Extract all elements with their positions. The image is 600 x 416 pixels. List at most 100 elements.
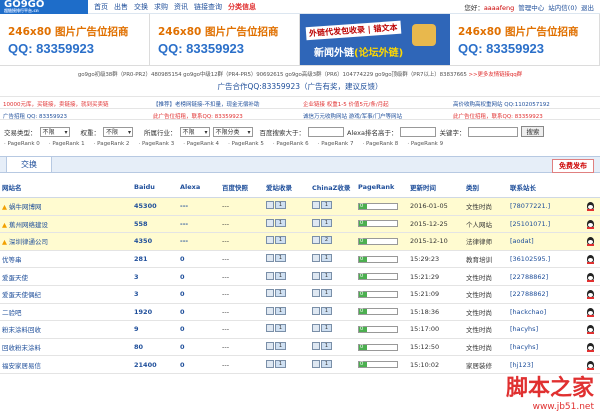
messages-link[interactable]: 站内信(0) <box>548 2 577 12</box>
pr-filter[interactable]: · PageRank 9 <box>407 141 443 147</box>
subcategory-select[interactable]: 不限分类 <box>212 126 253 137</box>
qq-penguin-icon[interactable] <box>587 290 594 300</box>
aizhan-badge[interactable]: 1 <box>266 236 286 245</box>
announce-item[interactable]: 诚信万元收购网站 游戏/军事/门户等网站 <box>300 109 450 119</box>
pr-filter[interactable]: · PageRank 2 <box>94 141 130 147</box>
username[interactable]: aaaafeng <box>484 4 514 12</box>
announce-item[interactable]: 高价收购高权重网站 QQ:1102057192 <box>450 97 600 108</box>
announce-item[interactable]: 企业链接 权重1-5 价值5元/条/月起 <box>300 97 450 108</box>
site-name[interactable]: 粉末涂料回收 <box>2 326 41 334</box>
aizhan-badge[interactable]: 1 <box>266 306 286 315</box>
site-name[interactable]: 优等串 <box>2 256 22 264</box>
qq-penguin-icon[interactable] <box>587 255 594 265</box>
qq-penguin-icon[interactable] <box>587 307 594 317</box>
free-publish-button[interactable]: 免费发布 <box>552 159 594 173</box>
nav-home[interactable]: 首页 <box>94 2 108 12</box>
announce-item[interactable]: 此广告位招租，联系QQ: 83359923 <box>150 109 300 119</box>
site-name[interactable]: 福安家居易信 <box>2 362 41 370</box>
alexa-input[interactable] <box>400 126 437 137</box>
site-name-cell[interactable]: ▲ 蕉州网络建设 <box>0 215 132 234</box>
announce-item[interactable]: 【推荐】老榜网链接-不扣量，现金无偿补助 <box>150 97 300 108</box>
contact-link[interactable]: [36102595.] <box>510 255 550 263</box>
site-name-cell[interactable]: 二验吧 <box>0 303 132 322</box>
chinaz-badge[interactable]: 1 <box>312 218 332 227</box>
table-row[interactable]: ▲ 深圳律通公司 4350 --- --- 1 2 0 2015-12-10 法律律师 [aodat… <box>0 232 600 251</box>
site-name-cell[interactable]: 爱蛋天使 <box>0 267 132 286</box>
table-row[interactable]: 粉末涂料回收 9 0 --- 1 1 0 15:17:00 文性时尚 [hacyhs] <box>0 320 600 339</box>
table-row[interactable]: 优等串 281 0 --- 1 1 0 15:29:23 教育培训 [36102595.] <box>0 250 600 269</box>
chinaz-badge[interactable]: 1 <box>312 271 332 280</box>
chinaz-badge[interactable]: 1 <box>312 306 332 315</box>
qq-penguin-icon[interactable] <box>587 360 594 370</box>
contact-link[interactable]: [aodat] <box>510 237 534 245</box>
nav-exchange[interactable]: 交换 <box>134 2 148 12</box>
site-name[interactable]: 回收粉末涂料 <box>2 344 41 352</box>
table-row[interactable]: ▲ 蕉州网络建设 558 --- --- 1 1 0 2015-12-25 个人网站 [251010… <box>0 215 600 234</box>
aizhan-badge[interactable]: 1 <box>266 254 286 263</box>
banner-ad-1[interactable]: 246x80 图片广告位招商 QQ: 83359923 <box>0 14 150 65</box>
nav-news[interactable]: 资讯 <box>174 2 188 12</box>
tab-exchange[interactable]: 交换 <box>6 156 52 172</box>
contact-link[interactable]: [hacyhs] <box>510 343 538 351</box>
announce-item[interactable]: 此广告位招租，联系QQ: 83359923 <box>450 109 600 119</box>
qq-penguin-icon[interactable] <box>587 237 594 247</box>
chinaz-badge[interactable]: 1 <box>312 324 332 333</box>
contact-link[interactable]: [25101071.] <box>510 220 550 228</box>
aizhan-badge[interactable]: 1 <box>266 359 286 368</box>
aizhan-badge[interactable]: 1 <box>266 218 286 227</box>
aizhan-badge[interactable]: 1 <box>266 324 286 333</box>
chinaz-badge[interactable]: 1 <box>312 289 332 298</box>
banner-ad-2[interactable]: 246x80 图片广告位招商 QQ: 83359923 <box>150 14 300 65</box>
site-name[interactable]: 爱蛋天使偶纪 <box>2 291 41 299</box>
table-row[interactable]: 爱蛋天使偶纪 3 0 --- 1 1 0 15:21:09 文性时尚 [22788862] <box>0 285 600 304</box>
pr-filter[interactable]: · PageRank 3 <box>138 141 174 147</box>
site-name-cell[interactable]: 优等串 <box>0 250 132 269</box>
qq-penguin-icon[interactable] <box>587 325 594 335</box>
aizhan-badge[interactable]: 1 <box>266 342 286 351</box>
site-name[interactable]: 蕉州网络建设 <box>9 221 48 229</box>
chinaz-badge[interactable]: 1 <box>312 201 332 210</box>
announce-item[interactable]: 广告招租 QQ: 83359923 <box>0 109 150 119</box>
banner-ad-4[interactable]: 246x80 图片广告位招商 QQ: 83359923 <box>450 14 600 65</box>
chinaz-badge[interactable]: 1 <box>312 342 332 351</box>
site-name-cell[interactable]: 粉末涂料回收 <box>0 320 132 339</box>
pr-filter[interactable]: · PageRank 1 <box>49 141 85 147</box>
aizhan-badge[interactable]: 1 <box>266 289 286 298</box>
baidu-min-input[interactable] <box>308 126 344 137</box>
pr-filter[interactable]: · PageRank 6 <box>273 141 309 147</box>
contact-link[interactable]: [22788862] <box>510 290 548 298</box>
site-name[interactable]: 二验吧 <box>2 309 22 317</box>
banner-ad-image[interactable]: 外链代发包收录 | 锚文本 新闻外链(论坛外链) <box>300 14 450 65</box>
qq-penguin-icon[interactable] <box>587 343 594 353</box>
table-row[interactable]: 二验吧 1920 0 --- 1 1 0 15:18:36 文性时尚 [hackchao] <box>0 303 600 322</box>
site-name[interactable]: 深圳律通公司 <box>9 238 48 246</box>
search-button[interactable]: 搜索 <box>521 126 545 137</box>
announce-item[interactable]: 10000元库，买链接，卖链接，就到买卖链 <box>0 97 150 108</box>
contact-link[interactable]: [hj123] <box>510 361 533 369</box>
site-name[interactable]: 蜗牛网博网 <box>9 203 42 211</box>
contact-link[interactable]: [78077221.] <box>510 202 550 210</box>
ad-cooperation-notice[interactable]: 广告合作QQ:83359923（广告有奖，建议反馈） <box>0 80 600 96</box>
site-logo[interactable]: GO9GO 超链接排行平台.cn <box>0 0 88 14</box>
contact-link[interactable]: [hackchao] <box>510 308 546 316</box>
qq-penguin-icon[interactable] <box>587 272 594 282</box>
site-name-cell[interactable]: ▲ 蜗牛网博网 <box>0 197 132 216</box>
site-name-cell[interactable]: ▲ 深圳律通公司 <box>0 232 132 251</box>
admin-center-link[interactable]: 管理中心 <box>518 2 544 12</box>
chinaz-badge[interactable]: 1 <box>312 254 332 263</box>
pr-filter[interactable]: · PageRank 5 <box>228 141 264 147</box>
aizhan-badge[interactable]: 1 <box>266 201 286 210</box>
nav-buy[interactable]: 求购 <box>154 2 168 12</box>
nav-classifieds[interactable]: 分类信息 <box>228 2 256 12</box>
contact-link[interactable]: [22788862] <box>510 273 548 281</box>
pr-filter[interactable]: · PageRank 8 <box>363 141 399 147</box>
chinaz-badge[interactable]: 2 <box>312 236 332 245</box>
chinaz-badge[interactable]: 1 <box>312 359 332 368</box>
table-row[interactable]: ▲ 蜗牛网博网 45300 --- --- 1 1 0 2016-01-05 文性时尚 [78077… <box>0 197 600 216</box>
aizhan-badge[interactable]: 1 <box>266 271 286 280</box>
pr-filter[interactable]: · PageRank 0 <box>4 141 40 147</box>
site-name[interactable]: 爱蛋天使 <box>2 274 28 282</box>
table-row[interactable]: 爱蛋天使 3 0 --- 1 1 0 15:21:29 文性时尚 [22788862] <box>0 267 600 286</box>
site-name-cell[interactable]: 福安家居易信 <box>0 355 132 374</box>
keyword-input[interactable] <box>468 126 519 137</box>
